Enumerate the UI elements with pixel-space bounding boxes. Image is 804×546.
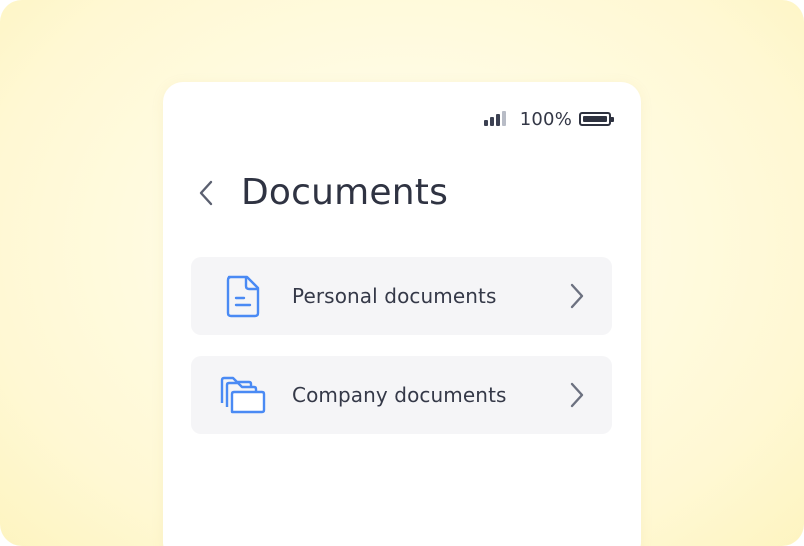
list-item-company-documents[interactable]: Company documents (191, 356, 612, 434)
list-item-personal-documents[interactable]: Personal documents (191, 257, 612, 335)
chevron-right-icon (570, 382, 584, 408)
back-button[interactable] (199, 178, 221, 208)
folders-icon (219, 375, 267, 415)
page-title: Documents (241, 172, 449, 213)
phone-screen: 100% Documents Personal documents Compan… (163, 82, 641, 546)
signal-bars-icon (483, 111, 506, 126)
page-header: Documents (199, 172, 448, 213)
status-bar: 100% (483, 108, 614, 130)
battery-full-icon (579, 112, 614, 126)
chevron-right-icon (570, 283, 584, 309)
document-icon (225, 274, 261, 318)
list-item-label: Personal documents (292, 284, 497, 308)
background: 100% Documents Personal documents Compan… (0, 0, 804, 546)
battery-percentage: 100% (519, 108, 572, 130)
chevron-left-icon (199, 180, 213, 205)
list-item-label: Company documents (292, 383, 507, 407)
documents-list: Personal documents Company documents (191, 257, 612, 455)
